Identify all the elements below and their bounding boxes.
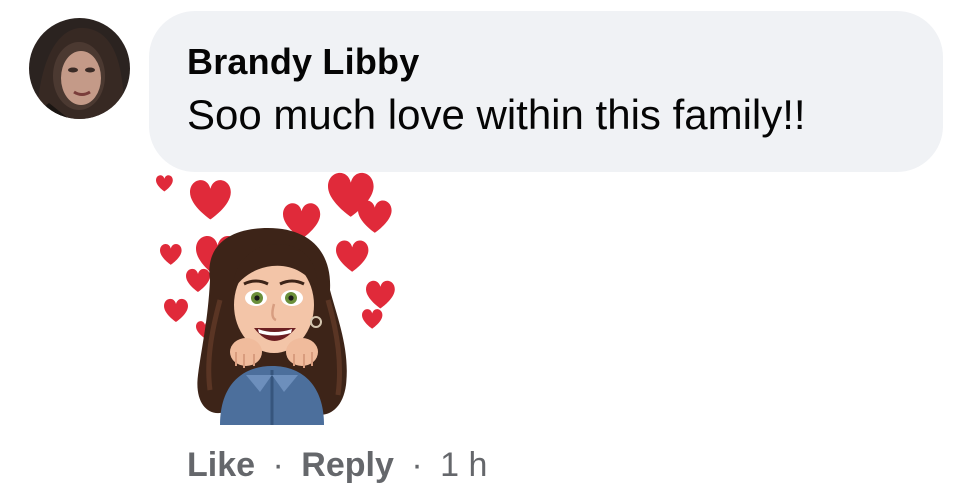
- profile-photo-icon: [29, 18, 130, 119]
- avatar-hearts-sticker: [150, 170, 400, 430]
- separator: ·: [272, 446, 284, 484]
- reply-button[interactable]: Reply: [301, 446, 394, 484]
- comment-text: Soo much love within this family!!: [187, 91, 806, 138]
- comment-bubble: Brandy Libby Soo much love within this f…: [149, 11, 943, 172]
- comment-timestamp[interactable]: 1 h: [440, 446, 487, 484]
- comment-actions: Like · Reply · 1 h: [187, 442, 487, 488]
- avatar[interactable]: [29, 18, 130, 119]
- comment-author[interactable]: Brandy Libby: [187, 41, 943, 83]
- separator: ·: [411, 446, 423, 484]
- avatar-hearts-sticker-icon: [156, 172, 395, 425]
- like-button[interactable]: Like: [187, 446, 255, 484]
